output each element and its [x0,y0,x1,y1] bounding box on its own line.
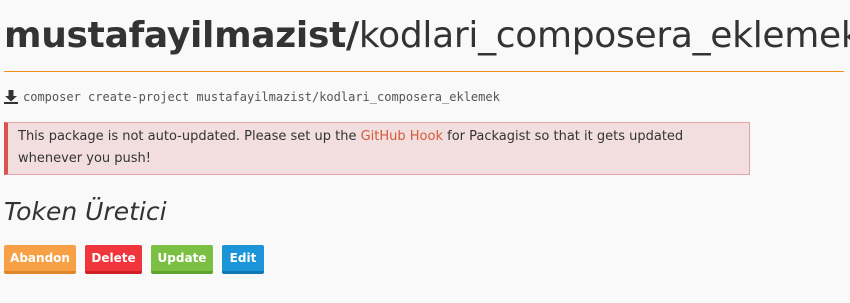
section-title: Token Üretici [4,197,167,226]
install-command-text: composer create-project mustafayilmazist… [23,90,500,104]
install-command: composer create-project mustafayilmazist… [4,88,500,106]
title-divider [4,71,844,72]
github-hook-link[interactable]: GitHub Hook [361,129,443,144]
edit-button[interactable]: Edit [222,245,264,274]
package-name: kodlari_composera_eklemek [358,15,850,56]
page-title: mustafayilmazist/kodlari_composera_eklem… [4,13,850,59]
abandon-button[interactable]: Abandon [4,245,76,274]
vendor-name[interactable]: mustafayilmazist/ [4,15,359,56]
package-page: mustafayilmazist/kodlari_composera_eklem… [0,0,850,303]
update-button[interactable]: Update [151,245,213,274]
download-icon [4,90,18,104]
auto-update-alert: This package is not auto-updated. Please… [4,122,750,175]
alert-text-before: This package is not auto-updated. Please… [18,129,361,144]
delete-button[interactable]: Delete [85,245,142,274]
